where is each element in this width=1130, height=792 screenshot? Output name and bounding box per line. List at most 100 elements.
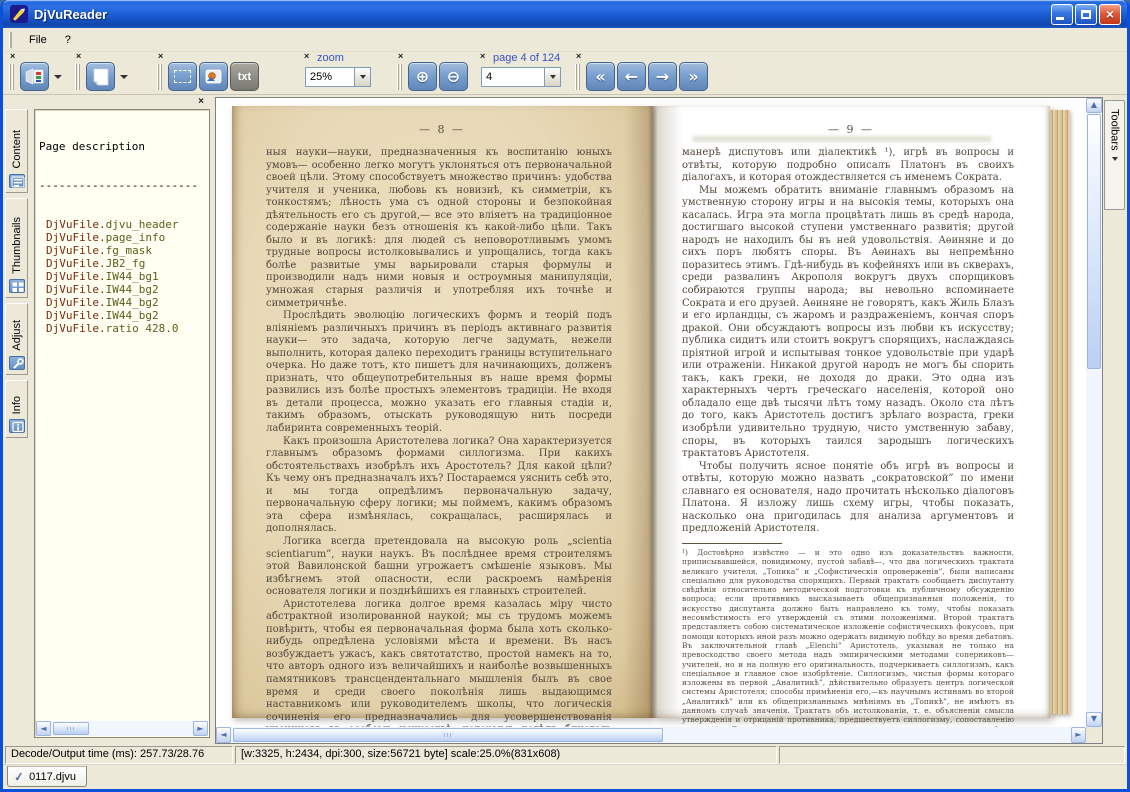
structure-tree-item[interactable]: DjVuFile.page_info [39, 231, 207, 244]
zoom-out-icon: ⊖ [447, 69, 460, 85]
toolbar-grip[interactable] [9, 64, 15, 90]
book-fore-edge [1050, 110, 1070, 714]
select-region-button[interactable] [168, 62, 197, 91]
scrollbar-thumb[interactable] [1087, 114, 1101, 369]
zoom-in-button[interactable]: ⊕ [408, 62, 437, 91]
chevron-down-icon [360, 75, 366, 79]
sidebar-tab-adjust[interactable]: Adjust [5, 303, 28, 375]
panel-horizontal-scrollbar[interactable]: ◄ ► [36, 721, 208, 736]
zoom-out-button[interactable]: ⊖ [439, 62, 468, 91]
horizontal-scrollbar[interactable]: ◄ ► [216, 727, 1086, 743]
status-empty-panel [779, 746, 1125, 764]
document-tab[interactable]: ✓ 0117.djvu [7, 766, 87, 787]
dropdown-caret-icon[interactable] [120, 75, 128, 79]
scrollbar-track[interactable] [1086, 370, 1102, 712]
work-area: Content Thumbnails Adjust Info [3, 95, 1127, 746]
zoom-combobox[interactable]: 25% [305, 67, 371, 87]
scroll-up-icon[interactable]: ▲ [1086, 98, 1102, 113]
menu-file[interactable]: File [20, 31, 56, 49]
first-page-button[interactable]: « [586, 62, 615, 91]
sidebar-tab-label: Content [11, 130, 23, 169]
vertical-scrollbar[interactable]: ▲ ▼ [1086, 98, 1102, 727]
menu-grip[interactable] [9, 32, 12, 48]
zoom-in-icon: ⊕ [416, 69, 429, 85]
toolbar-close-icon[interactable]: × [304, 52, 309, 61]
panel-close-icon[interactable]: × [198, 97, 204, 107]
page-dropdown-button[interactable] [544, 68, 560, 86]
toolbars-tab[interactable]: Toolbars [1104, 100, 1125, 210]
structure-tree-item[interactable]: DjVuFile.ratio 428.0 [39, 322, 207, 335]
toolbar-grip[interactable] [75, 64, 81, 90]
scrollbar-track[interactable] [89, 721, 193, 736]
document-view[interactable]: — 8 — ныя науки—науки, предназначенныя к… [215, 97, 1103, 744]
menu-help[interactable]: ? [56, 31, 80, 49]
toolbar-close-icon[interactable]: × [158, 52, 163, 61]
document-canvas[interactable]: — 8 — ныя науки—науки, предназначенныя к… [216, 98, 1086, 727]
title-bar[interactable]: DjVuReader × [3, 0, 1127, 28]
structure-tree-item[interactable]: DjVuFile.fg_mask [39, 244, 207, 257]
structure-tree-item[interactable]: DjVuFile.IW44_bg1 [39, 270, 207, 283]
scroll-left-icon[interactable]: ◄ [36, 721, 51, 736]
toolbar-grip[interactable] [397, 64, 403, 90]
dropdown-caret-icon[interactable] [54, 75, 62, 79]
toolbar-grip[interactable] [575, 64, 581, 90]
view-mode-button[interactable] [20, 62, 49, 91]
sidebar-tab-content[interactable]: Content [5, 109, 28, 193]
previous-page-button[interactable]: ← [617, 62, 646, 91]
next-page-icon: → [656, 69, 669, 85]
sidebar-tab-thumbnails[interactable]: Thumbnails [5, 198, 28, 298]
scroll-right-icon[interactable]: ► [193, 721, 208, 736]
structure-tree[interactable]: Page description -----------------------… [39, 114, 207, 719]
side-panel-container: × Page description ---------------------… [31, 95, 212, 746]
book-paragraph: Мы можемъ обратить вниманіе главнымъ обр… [682, 185, 1014, 461]
copy-image-button[interactable] [199, 62, 228, 91]
page-count-label: page 4 of 124 [493, 52, 560, 64]
zoom-label: zoom [317, 52, 344, 64]
close-icon: × [1100, 5, 1120, 24]
structure-tree-item[interactable]: DjVuFile.djvu_header [39, 218, 207, 231]
toolbar-close-icon[interactable]: × [576, 52, 581, 61]
book-page-9: — 9 — манерѣ диспутовъ или діалектикѣ ¹)… [652, 106, 1050, 718]
zoom-dropdown-button[interactable] [354, 68, 370, 86]
toolbar-close-icon[interactable]: × [10, 52, 15, 61]
structure-tree-item[interactable]: DjVuFile.JB2_fg [39, 257, 207, 270]
minimize-button[interactable] [1051, 4, 1073, 25]
page-8-text: ныя науки—науки, предназначенныя къ восп… [266, 147, 612, 727]
menu-bar: File ? [3, 28, 1127, 52]
app-window: DjVuReader × File ? × [0, 0, 1130, 792]
structure-tree-item[interactable]: DjVuFile.IW44_bg2 [39, 296, 207, 309]
sidebar-tab-info[interactable]: Info [5, 380, 28, 438]
copy-text-button[interactable]: txt [230, 62, 259, 91]
book-paragraph: Чтобы получить ясное понятіе объ игрѣ въ… [682, 461, 1014, 536]
toolbar-row: × × [3, 52, 1127, 95]
toolbar-grip[interactable] [157, 64, 163, 90]
toolbar-close-icon[interactable]: × [398, 52, 403, 61]
toolbar-close-icon[interactable]: × [76, 52, 81, 61]
scroll-left-icon[interactable]: ◄ [216, 727, 231, 743]
chevron-down-icon [550, 75, 556, 79]
selection-rectangle-icon [174, 70, 191, 83]
scrollbar-thumb[interactable] [53, 722, 89, 735]
scrollbar-track[interactable] [663, 727, 1071, 743]
book-paragraph: Логика всегда претендовала на высокую ро… [266, 536, 612, 599]
toolbar-group-zoom-select: × zoom 25% [301, 52, 389, 95]
scrollbar-thumb[interactable] [233, 728, 663, 742]
book-spread: — 8 — ныя науки—науки, предназначенныя к… [232, 106, 1086, 718]
previous-page-icon: ← [625, 69, 638, 85]
single-page-icon [93, 68, 109, 86]
next-page-button[interactable]: → [648, 62, 677, 91]
page-layout-button[interactable] [86, 62, 115, 91]
status-decode-time: Decode/Output time (ms): 257.73/28.76 [5, 746, 233, 764]
structure-tree-item[interactable]: DjVuFile.IW44_bg2 [39, 283, 207, 296]
sidebar-tab-label: Thumbnails [11, 217, 23, 274]
close-button[interactable]: × [1099, 4, 1121, 25]
page-combobox[interactable]: 4 [481, 67, 561, 87]
toolbar-close-icon[interactable]: × [480, 52, 485, 61]
toolbar-group-page-layout: × [73, 52, 135, 95]
sidebar-tabstrip: Content Thumbnails Adjust Info [3, 95, 31, 746]
maximize-button[interactable] [1075, 4, 1097, 25]
last-page-button[interactable]: » [679, 62, 708, 91]
scroll-down-icon[interactable]: ▼ [1086, 712, 1102, 727]
structure-tree-item[interactable]: DjVuFile.IW44_bg2 [39, 309, 207, 322]
scroll-right-icon[interactable]: ► [1071, 727, 1086, 743]
